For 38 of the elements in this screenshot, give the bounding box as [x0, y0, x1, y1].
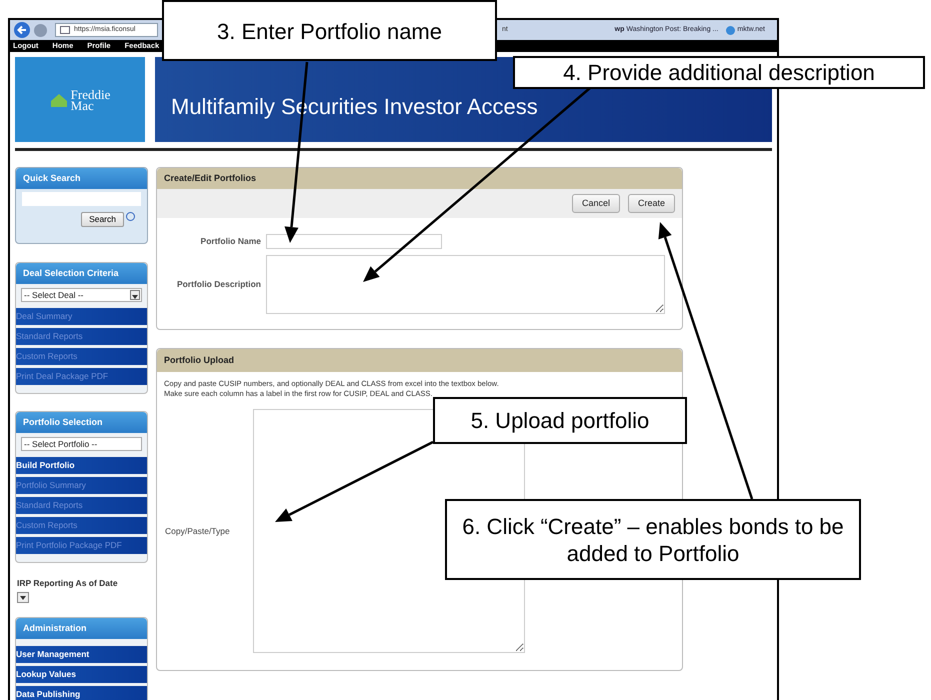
date-label: IRP Reporting As of Date [17, 577, 119, 590]
select-dropdown[interactable]: -- Select Portfolio -- [21, 437, 142, 451]
nav-menu-item[interactable]: Lookup Values [16, 666, 147, 683]
panel-header: Portfolio Upload [157, 349, 682, 372]
panel-header: Deal Selection Criteria [16, 263, 147, 284]
panel-header: Portfolio Selection [16, 412, 147, 433]
nav-menu-item[interactable]: Data Publishing [16, 686, 147, 700]
panel-button[interactable]: Cancel [572, 194, 620, 213]
caret-icon [20, 596, 26, 600]
callout-tooltip: 4. Provide additional description [513, 56, 925, 89]
select-text: -- Select Deal -- [24, 288, 84, 302]
field-label: Copy/Paste/Type [165, 524, 231, 538]
globe-icon [726, 26, 736, 34]
select-text: -- Select Portfolio -- [24, 438, 98, 450]
panel-header: Quick Search [16, 168, 147, 189]
nav-menu-item[interactable]: User Management [16, 646, 147, 663]
callout-tooltip: 6. Click “Create” – enables bonds to be added to Portfolio [445, 499, 861, 580]
info-icon[interactable] [126, 212, 135, 221]
panel-button[interactable]: Create [628, 194, 675, 213]
field-label: Portfolio Description [176, 278, 261, 291]
logo-text: Freddie [70, 88, 110, 100]
date-dropdown[interactable] [17, 592, 29, 603]
house-icon [50, 92, 68, 106]
nav-menu-item[interactable]: Build Portfolio [16, 457, 147, 474]
page-icon [60, 26, 70, 34]
search-button[interactable]: Search [81, 212, 124, 227]
caret-icon [132, 294, 138, 298]
back-icon[interactable] [14, 22, 30, 38]
select-dropdown[interactable]: -- Select Deal -- [21, 288, 142, 302]
callout-tooltip: 3. Enter Portfolio name [162, 0, 497, 61]
callout-tooltip: 5. Upload portfolio [433, 397, 687, 444]
panel-header: Administration [16, 618, 147, 639]
search-field[interactable] [22, 192, 141, 206]
input-field[interactable] [266, 255, 665, 314]
logo-text: Mac [70, 100, 94, 110]
field-label: Portfolio Name [200, 235, 261, 248]
panel-header: Create/Edit Portfolios [157, 168, 682, 189]
input-field[interactable] [266, 234, 442, 249]
